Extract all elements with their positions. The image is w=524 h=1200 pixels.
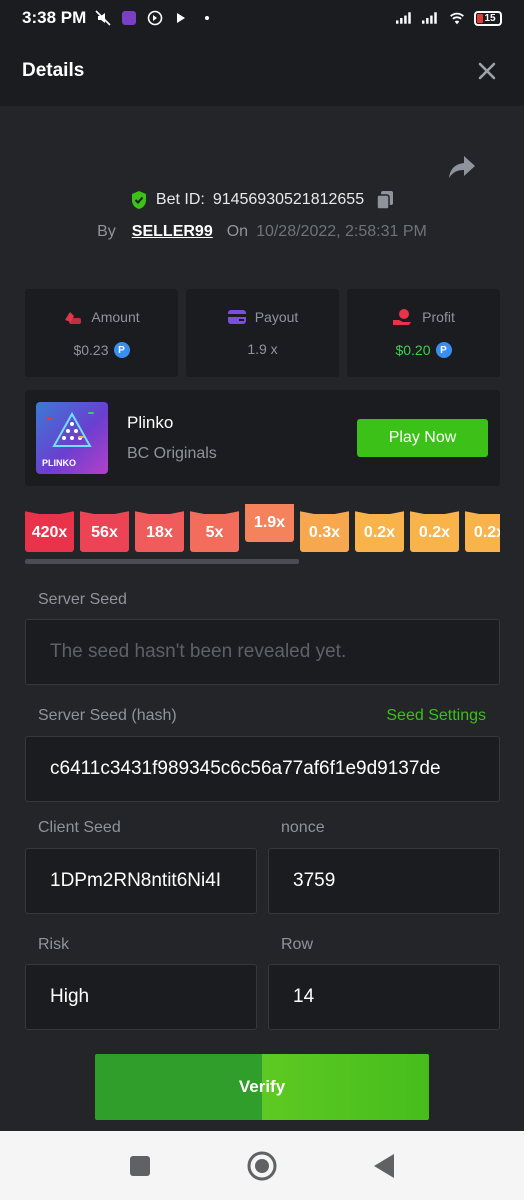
battery-icon: 15 [474,10,502,26]
multiplier-chip: 18x [135,514,184,552]
multiplier-chip: 1.9x [245,504,294,542]
coin-icon: P [435,342,452,358]
seed-settings-link[interactable]: Seed Settings [386,707,486,725]
close-icon [478,62,496,80]
bet-date: 10/28/2022, 2:58:31 PM [256,223,427,240]
row-field[interactable]: 14 [268,964,500,1030]
profit-label: Profit [422,309,455,325]
server-seed-hash-label: Server Seed (hash) [38,707,177,724]
nonce-label: nonce [281,819,325,836]
bet-stats: Amount $0.23 P Payout 1.9 x Profit $0.20… [25,289,500,377]
client-seed-field[interactable]: 1DPm2RN8ntit6Ni4I [25,848,257,914]
on-label: On [226,223,249,240]
system-nav-bar [0,1131,524,1200]
risk-field[interactable]: High [25,964,257,1030]
status-bar: 3:38 PM 15 [0,0,524,36]
client-seed-label: Client Seed [38,819,121,836]
multiplier-chip: 0.2x [465,514,500,552]
thumb-tag [46,418,52,420]
square-icon [130,1155,150,1176]
close-button[interactable] [472,56,502,86]
more-notifications-icon [198,9,216,27]
signal-icon [396,9,414,27]
multiplier-chip: 0.3x [300,514,349,552]
play-now-button[interactable]: Play Now [357,419,488,457]
navigation-icon [146,9,164,27]
payout-card: Payout 1.9 x [186,289,339,377]
thumb-label: PLINKO [42,458,77,468]
game-card: PLINKO Plinko BC Originals Play Now [25,390,500,486]
copy-icon[interactable] [376,190,394,210]
server-seed-field[interactable]: The seed hasn't been revealed yet. [25,619,500,685]
nonce-field[interactable]: 3759 [268,848,500,914]
back-triangle-icon [374,1153,394,1178]
amount-icon [65,312,82,324]
by-label: By [97,223,116,240]
game-name: Plinko [127,413,174,432]
risk-label: Risk [38,936,70,953]
payout-value: 1.9 x [247,341,278,357]
multiplier-chip: 0.2x [410,514,459,552]
server-seed-hash-field[interactable]: c6411c3431f989345c6c56a77af6f1e9d9137de [25,736,500,802]
share-button[interactable] [448,154,476,180]
amount-card: Amount $0.23 P [25,289,178,377]
plinko-pyramid-icon [52,412,92,447]
profit-card: Profit $0.20 P [347,289,500,377]
share-icon [449,156,475,178]
profit-hand-icon [393,309,412,325]
coin-icon: P [113,342,130,358]
bet-id-label: Bet ID: [155,191,205,208]
thumb-tag [88,412,94,414]
multiplier-scrollbar[interactable] [25,559,299,564]
payout-label: Payout [254,309,299,325]
multiplier-chip: 420x [25,514,74,552]
signal-icon-2 [422,9,440,27]
home-circle-icon [247,1151,277,1180]
mute-icon [94,9,112,27]
amount-label: Amount [91,309,140,325]
wifi-icon [448,9,466,27]
amount-value: $0.23 [73,342,109,358]
multiplier-chip: 56x [80,514,129,552]
server-seed-label: Server Seed [38,591,127,608]
game-provider: BC Originals [127,445,217,462]
home-button[interactable] [246,1150,278,1182]
bet-id-row: Bet ID: 91456930521812655 [0,190,524,210]
row-label: Row [281,936,314,953]
bet-id-value: 91456930521812655 [212,191,365,208]
multiplier-chip: 5x [190,514,239,552]
status-time: 3:38 PM [22,8,87,27]
multiplier-chip: 0.2x [355,514,404,552]
header: Details [0,36,524,106]
user-link[interactable]: SELLER99 [132,223,213,241]
profit-value: $0.20 [395,342,431,358]
back-button[interactable] [368,1150,400,1182]
thumb-tag [78,436,84,438]
game-thumbnail[interactable]: PLINKO [36,402,108,474]
recent-apps-button[interactable] [124,1150,156,1182]
wallet-icon [227,310,246,324]
verify-button[interactable]: Verify [95,1054,429,1120]
app-notification-icon [120,9,138,27]
play-store-icon [172,9,190,27]
page-title: Details [22,60,85,81]
multiplier-strip[interactable]: 420x56x18x5x1.9x0.3x0.2x0.2x0.2x [25,504,500,554]
bet-author-row: By SELLER99 On 10/28/2022, 2:58:31 PM [0,223,524,241]
verified-shield-icon [131,191,146,209]
